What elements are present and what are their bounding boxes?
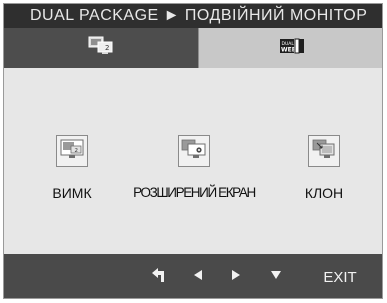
mode-extend-button[interactable]: [178, 135, 210, 167]
back-arrow-icon: [150, 267, 166, 288]
mode-clone-label: КЛОН: [304, 185, 344, 201]
exit-label: EXIT: [323, 268, 357, 286]
mode-off-button[interactable]: 2: [56, 135, 88, 167]
mode-off-label: ВИМК: [52, 185, 92, 201]
tab-bar: 2 DUAL WEB: [4, 28, 382, 68]
exit-button[interactable]: EXIT: [320, 254, 360, 298]
osd-frame: DUAL PACKAGE ► ПОДВІЙНИЙ МОНІТОР 2 DUAL …: [3, 3, 383, 299]
title-bar: DUAL PACKAGE ► ПОДВІЙНИЙ МОНІТОР: [4, 4, 382, 28]
right-triangle-icon: [230, 268, 242, 286]
dual-web-icon: DUAL WEB: [278, 36, 306, 61]
dual-monitor-icon: 2: [88, 36, 114, 61]
svg-text:WEB: WEB: [281, 46, 297, 53]
mode-extend-label: РОЗШИРЕНИЙ ЕКРАН: [133, 185, 256, 200]
back-button[interactable]: [146, 254, 170, 298]
left-button[interactable]: [188, 254, 208, 298]
svg-text:2: 2: [105, 44, 109, 52]
mode-option-clone[interactable]: КЛОН: [297, 68, 351, 201]
extend-screen-icon: [181, 139, 207, 164]
control-bar: EXIT: [4, 254, 382, 298]
breadcrumb-title: DUAL PACKAGE ► ПОДВІЙНИЙ МОНІТОР: [30, 7, 368, 24]
right-button[interactable]: [226, 254, 246, 298]
left-triangle-icon: [192, 268, 204, 286]
pip-icon: 2: [60, 139, 84, 164]
down-triangle-icon: [270, 268, 282, 286]
mode-panel: 2 ВИМК РОЗШИРЕНИЙ ЕКРАН КЛОН: [4, 68, 382, 254]
tab-dual-package[interactable]: 2: [4, 28, 198, 68]
down-button[interactable]: [266, 254, 286, 298]
clone-icon: [312, 139, 336, 164]
mode-clone-button[interactable]: [308, 135, 340, 167]
mode-option-extend[interactable]: РОЗШИРЕНИЙ ЕКРАН: [133, 68, 256, 200]
tab-dual-web[interactable]: DUAL WEB: [198, 28, 382, 68]
svg-text:2: 2: [75, 148, 79, 154]
mode-option-off[interactable]: 2 ВИМК: [46, 68, 98, 201]
osd-window: DUAL PACKAGE ► ПОДВІЙНИЙ МОНІТОР 2 DUAL …: [0, 0, 387, 303]
